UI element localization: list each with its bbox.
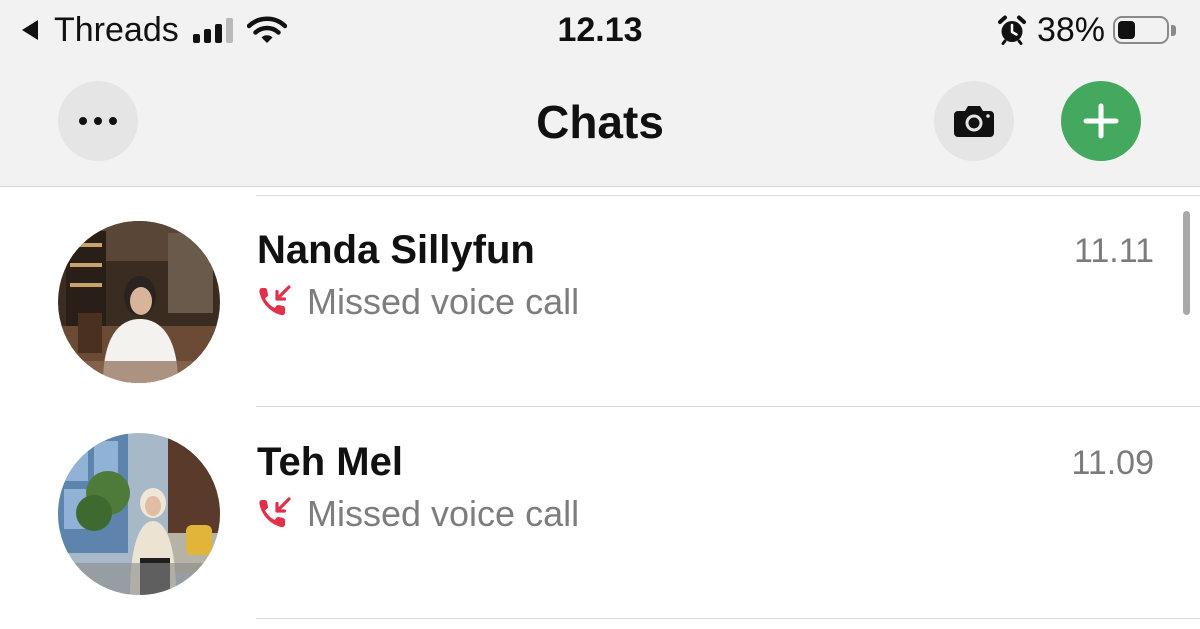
- missed-call-icon: [259, 285, 291, 316]
- chat-preview-text: Missed voice call: [307, 281, 580, 322]
- chat-row[interactable]: Nanda Sillyfun 11.11 Missed voice call: [0, 195, 1200, 407]
- status-bar: Threads 12.13 38%: [0, 0, 1200, 64]
- status-right: 38%: [997, 10, 1176, 50]
- battery-nub: [1171, 24, 1176, 36]
- avatar: [58, 221, 220, 383]
- new-chat-button[interactable]: [1061, 81, 1141, 161]
- chat-row[interactable]: Teh Mel 11.09 Missed voice call: [0, 407, 1200, 619]
- battery-fill: [1118, 21, 1135, 39]
- nav-bar: Chats: [0, 64, 1200, 187]
- chat-time: 11.11: [1073, 232, 1154, 270]
- battery-icon: [1113, 16, 1169, 44]
- plus-icon: [1083, 103, 1119, 139]
- chat-name: Teh Mel: [257, 440, 403, 484]
- missed-call-icon: [259, 497, 291, 528]
- chat-name: Nanda Sillyfun: [257, 228, 535, 272]
- battery-percent: 38%: [1036, 10, 1105, 49]
- chat-list[interactable]: Nanda Sillyfun 11.11 Missed voice call T…: [0, 187, 1200, 629]
- chat-preview: Missed voice call: [257, 492, 579, 536]
- page-title: Chats: [536, 96, 664, 148]
- avatar: [58, 433, 220, 595]
- camera-button[interactable]: [934, 81, 1014, 161]
- chat-preview-text: Missed voice call: [307, 493, 580, 534]
- chat-preview: Missed voice call: [257, 280, 579, 324]
- divider: [256, 618, 1200, 619]
- chat-time: 11.09: [1071, 444, 1154, 482]
- scroll-indicator[interactable]: [1183, 211, 1190, 315]
- alarm-icon: [997, 15, 1026, 45]
- camera-icon: [954, 106, 994, 137]
